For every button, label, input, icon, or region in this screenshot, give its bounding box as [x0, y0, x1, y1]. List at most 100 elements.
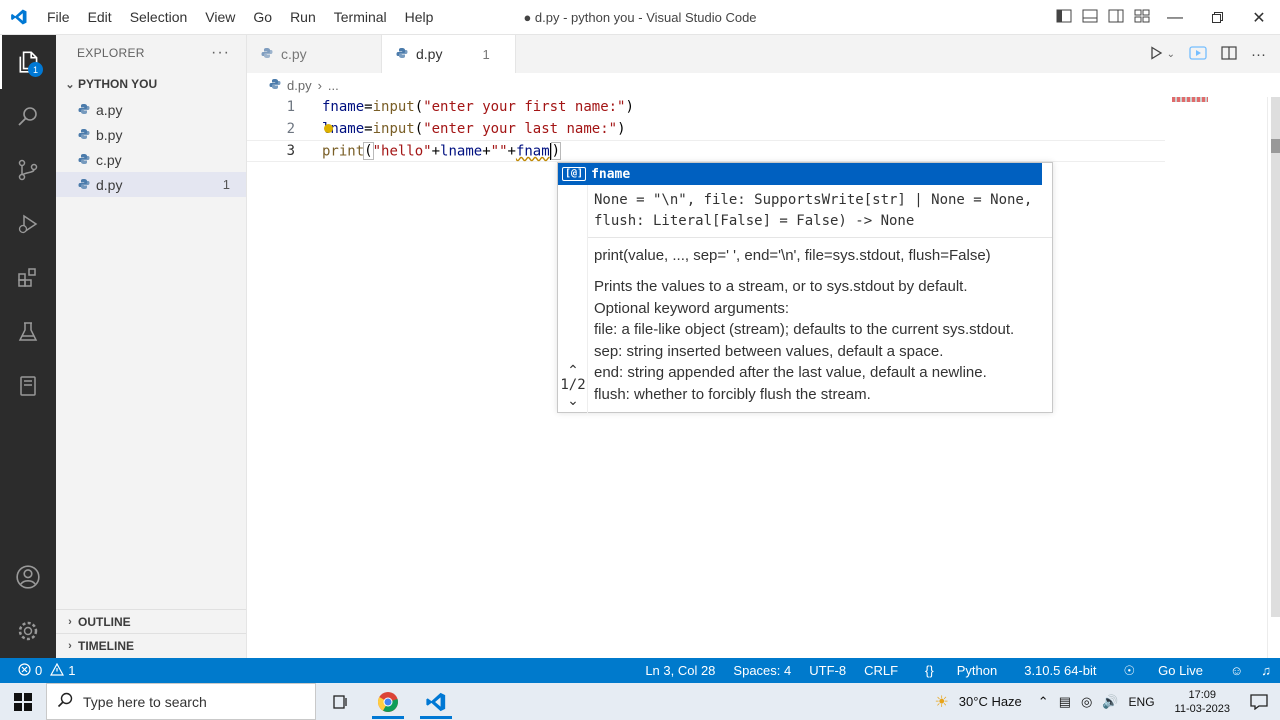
file-item-d[interactable]: d.py 1: [56, 172, 246, 197]
testing-icon[interactable]: [0, 305, 56, 359]
go-live-button[interactable]: ☉ Go Live: [1106, 663, 1221, 679]
file-item-c[interactable]: c.py: [56, 147, 246, 172]
preview-icon[interactable]: [1189, 45, 1207, 63]
suggestion-item-selected[interactable]: [@] fname: [558, 163, 1042, 185]
variable-icon: [@]: [562, 167, 587, 181]
system-tray: ☀ 30°C Haze ⌃ ▤ ◎ 🔊 ENG 17:09 11-03-2023: [929, 683, 1280, 720]
editor-scrollbar[interactable]: [1267, 97, 1280, 658]
tray-expand-icon[interactable]: ⌃: [1033, 694, 1054, 710]
chrome-icon[interactable]: [364, 683, 412, 720]
code-editor[interactable]: 1 fname=input("enter your first name:") …: [247, 96, 1267, 162]
chevron-down-icon[interactable]: ⌄: [1167, 49, 1175, 60]
python-file-icon: [78, 102, 90, 118]
language-mode[interactable]: {} Python: [907, 663, 1015, 678]
tab-c-py[interactable]: c.py: [247, 35, 382, 73]
manage-gear-icon[interactable]: [0, 604, 56, 658]
weather-icon[interactable]: ☀: [929, 692, 953, 712]
folder-header[interactable]: ⌄ PYTHON YOU: [56, 71, 246, 97]
menu-help[interactable]: Help: [396, 0, 443, 35]
toggle-secondary-sidebar-icon[interactable]: [1108, 8, 1124, 27]
vscode-taskbar-icon[interactable]: [412, 683, 460, 720]
clock[interactable]: 17:09 11-03-2023: [1160, 688, 1245, 716]
lightbulb-icon[interactable]: [324, 124, 333, 133]
run-file-icon[interactable]: [1149, 45, 1163, 63]
run-debug-icon[interactable]: [0, 197, 56, 251]
language-indicator[interactable]: ENG: [1124, 695, 1160, 709]
search-icon[interactable]: [0, 89, 56, 143]
breadcrumb-symbols[interactable]: ...: [328, 78, 339, 93]
chevron-down-icon[interactable]: ⌄: [558, 393, 588, 408]
python-file-icon: [269, 78, 281, 93]
menu-view[interactable]: View: [196, 0, 244, 35]
extensions-icon[interactable]: [0, 251, 56, 305]
scrollbar-cursor-marker: [1271, 139, 1280, 153]
vscode-logo-icon: [0, 0, 38, 35]
menu-run[interactable]: Run: [281, 0, 325, 35]
search-icon: [57, 692, 73, 711]
menu-selection[interactable]: Selection: [121, 0, 197, 35]
line-number: 2: [286, 121, 295, 137]
timeline-section[interactable]: › TIMELINE: [56, 633, 246, 657]
code-line: 1 fname=input("enter your first name:"): [247, 96, 1267, 118]
encoding[interactable]: UTF-8: [800, 663, 855, 678]
tab-d-py[interactable]: d.py 1: [382, 35, 516, 73]
close-icon[interactable]: ✕: [1238, 0, 1280, 35]
task-view-icon[interactable]: [316, 683, 364, 720]
menu-terminal[interactable]: Terminal: [325, 0, 396, 35]
notifications-bell-icon[interactable]: ♫: [1252, 663, 1280, 678]
python-file-icon: [261, 46, 273, 62]
notification-center-icon[interactable]: [1245, 693, 1280, 710]
maximize-icon[interactable]: [1196, 0, 1238, 35]
volume-icon[interactable]: 🔊: [1097, 694, 1123, 710]
outline-label: OUTLINE: [78, 614, 131, 629]
doc-signature: print(value, ..., sep=' ', end='\n', fil…: [594, 247, 991, 264]
chevron-right-icon: ›: [68, 615, 72, 628]
split-editor-icon[interactable]: [1221, 45, 1237, 64]
feedback-icon[interactable]: ☺: [1221, 663, 1252, 678]
explorer-more-icon[interactable]: ···: [211, 44, 230, 62]
explorer-badge: 1: [28, 62, 43, 77]
customize-layout-icon[interactable]: [1134, 8, 1150, 27]
account-icon[interactable]: [0, 550, 56, 604]
toggle-primary-sidebar-icon[interactable]: [1056, 8, 1072, 27]
problems-status[interactable]: 0 1: [0, 662, 75, 679]
windows-start-icon[interactable]: [0, 683, 46, 720]
code-text: lname=input("enter your last name:"): [322, 121, 626, 137]
remote-explorer-icon[interactable]: [0, 359, 56, 413]
menu-edit[interactable]: Edit: [79, 0, 121, 35]
network-icon[interactable]: ▤: [1054, 694, 1076, 710]
line-number: 1: [286, 99, 295, 115]
more-actions-icon[interactable]: ···: [1251, 46, 1266, 63]
globe-icon[interactable]: ◎: [1076, 694, 1097, 710]
menu-go[interactable]: Go: [244, 0, 281, 35]
taskbar-search[interactable]: Type here to search: [46, 683, 316, 720]
indentation[interactable]: Spaces: 4: [724, 663, 800, 678]
status-right: Ln 3, Col 28 Spaces: 4 UTF-8 CRLF {} Pyth…: [636, 658, 1280, 683]
code-text: fname=input("enter your first name:"): [322, 99, 634, 115]
menu-file[interactable]: File: [38, 0, 79, 35]
file-item-a[interactable]: a.py: [56, 97, 246, 122]
breadcrumb-file[interactable]: d.py: [287, 78, 312, 93]
minimize-icon[interactable]: —: [1154, 0, 1196, 35]
file-item-b[interactable]: b.py: [56, 122, 246, 147]
scrollbar-thumb[interactable]: [1271, 97, 1280, 617]
source-control-icon[interactable]: [0, 143, 56, 197]
outline-section[interactable]: › OUTLINE: [56, 609, 246, 633]
window-controls: — ✕: [1154, 0, 1280, 35]
explorer-icon[interactable]: 1: [0, 35, 56, 89]
tab-problem-count: 1: [482, 46, 490, 62]
activity-bar: 1: [0, 35, 56, 658]
weather-text[interactable]: 30°C Haze: [954, 694, 1027, 709]
search-placeholder: Type here to search: [83, 693, 207, 710]
file-name: d.py: [96, 176, 123, 193]
end-of-line[interactable]: CRLF: [855, 663, 907, 678]
code-line-current: 3 print("hello"+lname+""+fnam): [247, 140, 1165, 162]
tab-label: d.py: [416, 46, 443, 62]
python-file-icon: [78, 127, 90, 143]
python-interpreter[interactable]: 3.10.5 64-bit: [1015, 663, 1105, 678]
toggle-panel-icon[interactable]: [1082, 8, 1098, 27]
chevron-up-icon[interactable]: ⌃: [558, 363, 588, 378]
minimap[interactable]: [1172, 97, 1208, 102]
python-file-icon: [78, 177, 90, 193]
cursor-position[interactable]: Ln 3, Col 28: [636, 663, 724, 678]
